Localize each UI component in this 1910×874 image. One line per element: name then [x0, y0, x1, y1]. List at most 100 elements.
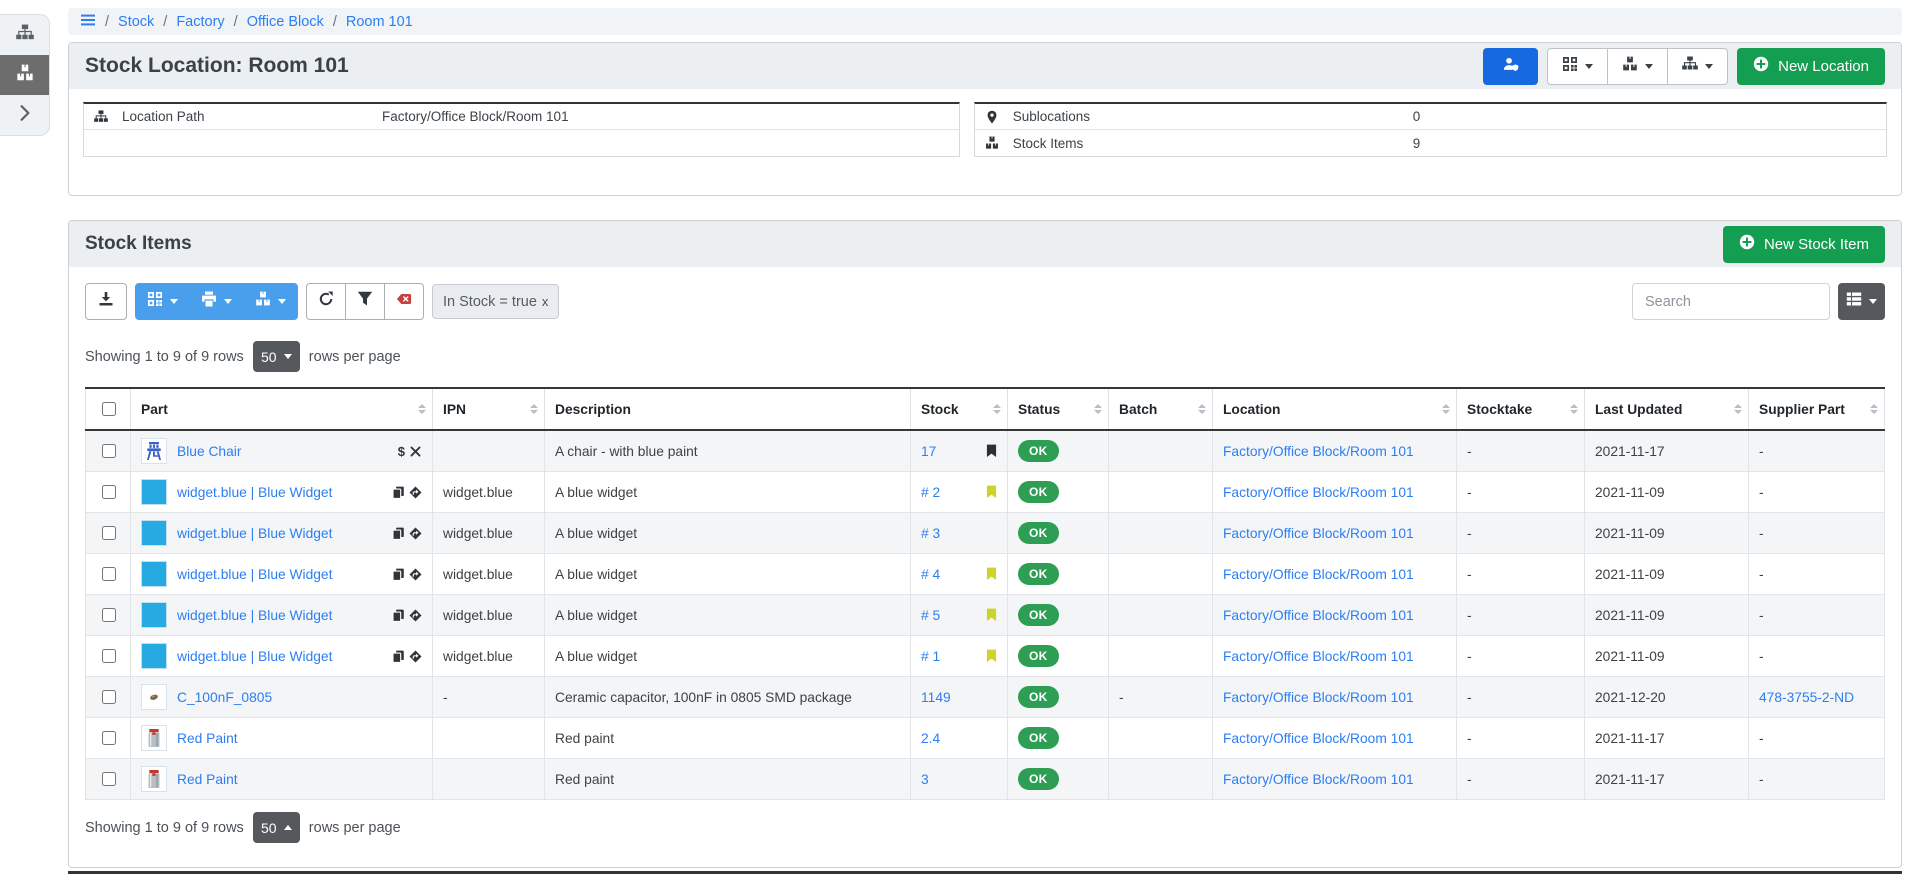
stock-quantity-link[interactable]: 2.4 — [921, 731, 940, 746]
stock-boxes-dropdown-button[interactable] — [1607, 48, 1668, 85]
column-header-status[interactable]: Status — [1008, 388, 1109, 430]
stock-items-card: Stock Items New Stock Item In Stock = tr… — [68, 220, 1902, 868]
new-location-button[interactable]: New Location — [1737, 48, 1885, 85]
location-link[interactable]: Factory/Office Block/Room 101 — [1223, 731, 1414, 746]
part-thumbnail[interactable] — [141, 520, 167, 546]
part-thumbnail[interactable] — [141, 766, 167, 792]
row-checkbox[interactable] — [102, 485, 116, 499]
filter-chip[interactable]: In Stock = true x — [432, 284, 559, 319]
plus-circle-icon — [1753, 56, 1769, 76]
download-button[interactable] — [85, 283, 127, 320]
breadcrumb-link[interactable]: Stock — [118, 14, 154, 30]
filter-button[interactable] — [345, 283, 385, 320]
sidebar — [0, 14, 50, 136]
column-header-batch[interactable]: Batch — [1109, 388, 1213, 430]
column-header-location[interactable]: Location — [1213, 388, 1457, 430]
stock-quantity-link[interactable]: # 5 — [921, 608, 940, 623]
column-header-supplier-part[interactable]: Supplier Part — [1749, 388, 1885, 430]
location-link[interactable]: Factory/Office Block/Room 101 — [1223, 485, 1414, 500]
breadcrumb-link[interactable]: Office Block — [247, 14, 324, 30]
part-link[interactable]: widget.blue | Blue Widget — [177, 649, 332, 664]
page-size-dropdown[interactable]: 50 — [253, 812, 300, 843]
row-checkbox[interactable] — [102, 731, 116, 745]
new-location-label: New Location — [1778, 58, 1869, 75]
location-link[interactable]: Factory/Office Block/Room 101 — [1223, 649, 1414, 664]
row-checkbox[interactable] — [102, 444, 116, 458]
stock-quantity-link[interactable]: 3 — [921, 772, 929, 787]
variant-icon — [409, 568, 422, 581]
last-updated-value: 2021-11-17 — [1595, 731, 1665, 746]
column-header-stock[interactable]: Stock — [911, 388, 1008, 430]
row-checkbox[interactable] — [102, 567, 116, 581]
part-thumbnail[interactable] — [141, 643, 167, 669]
tag-icon — [986, 567, 997, 581]
stock-boxes-dropdown-button[interactable] — [243, 283, 298, 320]
location-path-panel: Location Path Factory/Office Block/Room … — [83, 102, 960, 157]
sitemap-dropdown-button[interactable] — [1667, 48, 1728, 85]
part-link[interactable]: widget.blue | Blue Widget — [177, 485, 332, 500]
stock-quantity-link[interactable]: # 1 — [921, 649, 940, 664]
table-row: widget.blue | Blue Widget widget.blue A … — [86, 554, 1885, 595]
part-thumbnail[interactable] — [141, 602, 167, 628]
refresh-button[interactable] — [306, 283, 346, 320]
location-link[interactable]: Factory/Office Block/Room 101 — [1223, 772, 1414, 787]
part-link[interactable]: Red Paint — [177, 772, 238, 787]
part-link[interactable]: widget.blue | Blue Widget — [177, 567, 332, 582]
sidebar-item-sublocations[interactable] — [0, 15, 49, 55]
part-link[interactable]: C_100nF_0805 — [177, 690, 272, 705]
location-link[interactable]: Factory/Office Block/Room 101 — [1223, 608, 1414, 623]
location-link[interactable]: Factory/Office Block/Room 101 — [1223, 526, 1414, 541]
column-header-part[interactable]: Part — [131, 388, 433, 430]
last-updated-value: 2021-11-17 — [1595, 444, 1665, 459]
breadcrumb-link[interactable]: Factory — [176, 14, 224, 30]
page-size-dropdown[interactable]: 50 — [253, 341, 300, 372]
qrcode-dropdown-button[interactable] — [1547, 48, 1608, 85]
stock-toolbar: In Stock = true x — [85, 283, 1885, 320]
part-link[interactable]: Red Paint — [177, 731, 238, 746]
supplier-part-cell: - — [1749, 513, 1885, 554]
stock-quantity-link[interactable]: 17 — [921, 444, 936, 459]
location-link[interactable]: Factory/Office Block/Room 101 — [1223, 690, 1414, 705]
row-checkbox[interactable] — [102, 526, 116, 540]
plus-circle-icon — [1739, 234, 1755, 254]
sidebar-item-stock[interactable] — [0, 55, 49, 95]
row-checkbox[interactable] — [102, 608, 116, 622]
part-thumbnail[interactable] — [141, 561, 167, 587]
stock-quantity-link[interactable]: # 4 — [921, 567, 940, 582]
part-link[interactable]: Blue Chair — [177, 444, 241, 459]
column-header-ipn[interactable]: IPN — [433, 388, 545, 430]
column-header-last-updated[interactable]: Last Updated — [1585, 388, 1749, 430]
breadcrumb-link[interactable]: Room 101 — [346, 14, 413, 30]
filter-remove-button[interactable] — [384, 283, 424, 320]
row-checkbox[interactable] — [102, 649, 116, 663]
breadcrumb-menu-icon[interactable] — [80, 12, 96, 32]
stock-quantity-link[interactable]: # 3 — [921, 526, 940, 541]
row-checkbox[interactable] — [102, 690, 116, 704]
part-thumbnail[interactable] — [141, 479, 167, 505]
sidebar-expand-button[interactable] — [0, 95, 49, 135]
part-thumbnail[interactable] — [141, 725, 167, 751]
new-stock-item-button[interactable]: New Stock Item — [1723, 226, 1885, 263]
part-thumbnail[interactable] — [141, 684, 167, 710]
admin-user-button[interactable] — [1483, 48, 1538, 85]
location-link[interactable]: Factory/Office Block/Room 101 — [1223, 567, 1414, 582]
ipn-value: widget.blue — [443, 649, 513, 664]
row-checkbox[interactable] — [102, 772, 116, 786]
part-thumbnail[interactable] — [141, 438, 167, 464]
search-input[interactable] — [1632, 283, 1830, 320]
columns-button[interactable] — [1838, 283, 1885, 320]
location-link[interactable]: Factory/Office Block/Room 101 — [1223, 444, 1414, 459]
rows-per-page-text: rows per page — [309, 349, 401, 365]
stock-quantity-link[interactable]: 1149 — [921, 690, 951, 705]
supplier-part-link[interactable]: 478-3755-2-ND — [1759, 690, 1854, 705]
column-header-stocktake[interactable]: Stocktake — [1457, 388, 1585, 430]
stock-quantity-link[interactable]: # 2 — [921, 485, 940, 500]
select-all-checkbox[interactable] — [102, 402, 116, 416]
filter-chip-remove[interactable]: x — [542, 294, 549, 309]
part-link[interactable]: widget.blue | Blue Widget — [177, 526, 332, 541]
part-icons: $ — [398, 444, 422, 459]
part-link[interactable]: widget.blue | Blue Widget — [177, 608, 332, 623]
qrcode-dropdown-button[interactable] — [135, 283, 190, 320]
sublocations-label: Sublocations — [1013, 109, 1413, 124]
printer-dropdown-button[interactable] — [189, 283, 244, 320]
